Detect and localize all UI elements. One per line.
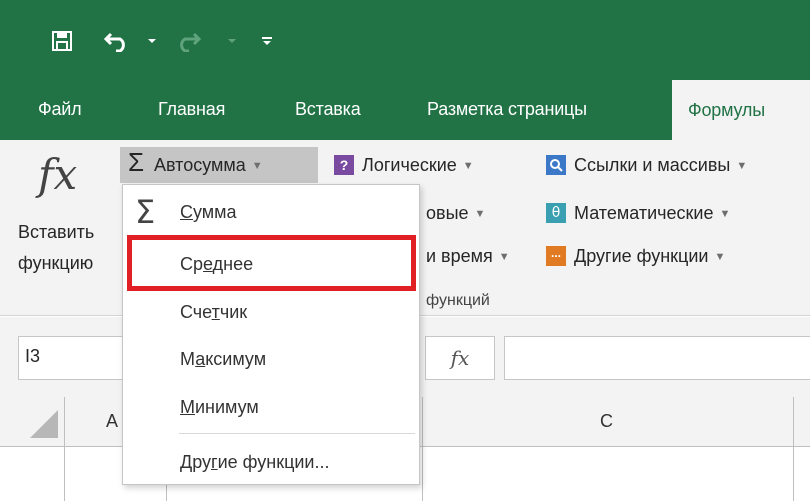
menu-item-max[interactable]: Максимум — [123, 336, 419, 382]
formula-input[interactable] — [504, 336, 810, 380]
tab-insert[interactable]: Вставка — [295, 78, 361, 140]
menu-item-count[interactable]: Счетчик — [123, 289, 419, 335]
menu-item-min[interactable]: Минимум — [123, 384, 419, 430]
more-functions-icon: ... — [546, 246, 566, 266]
insert-function-label-1[interactable]: Вставить — [18, 222, 94, 243]
column-header-a[interactable]: A — [106, 411, 118, 432]
chevron-down-icon: ▼ — [251, 160, 263, 172]
save-icon[interactable] — [50, 26, 74, 56]
tab-page-layout[interactable]: Разметка страницы — [427, 78, 587, 140]
more-functions-button[interactable]: Другие функции ▼ — [574, 246, 725, 267]
title-bar — [0, 0, 810, 78]
ribbon-tabs: Файл Главная Вставка Разметка страницы Ф… — [0, 78, 810, 140]
select-all-corner[interactable] — [30, 410, 58, 438]
lookup-icon — [546, 155, 566, 175]
insert-function-icon[interactable]: fx — [38, 150, 77, 199]
column-header-c[interactable]: C — [600, 411, 613, 432]
datetime-button[interactable]: и время ▼ — [426, 246, 510, 267]
chevron-down-icon: ▼ — [462, 160, 474, 172]
text-functions-button[interactable]: овые ▼ — [426, 203, 485, 224]
chevron-down-icon: ▼ — [474, 208, 486, 220]
menu-item-label: Другие функции... — [180, 452, 330, 472]
autosum-dropdown-menu: Σ Сумма Среднее Счетчик Максимум Минимум… — [122, 184, 420, 485]
sigma-icon: Σ — [128, 147, 145, 177]
undo-dropdown-icon[interactable] — [146, 26, 158, 56]
autosum-label[interactable]: Автосумма ▼ — [154, 155, 263, 176]
tab-home[interactable]: Главная — [158, 78, 225, 140]
chevron-down-icon: ▼ — [736, 160, 748, 172]
logical-button[interactable]: Логические ▼ — [362, 155, 474, 176]
menu-item-sum[interactable]: Σ Сумма — [123, 189, 419, 235]
undo-icon[interactable] — [103, 26, 131, 56]
chevron-down-icon: ▼ — [714, 251, 726, 263]
column-divider-c — [793, 397, 794, 501]
menu-item-label: Сумма — [180, 202, 237, 222]
menu-item-more-functions[interactable]: Другие функции... — [123, 439, 419, 485]
menu-item-label: Минимум — [180, 397, 259, 417]
chevron-down-icon: ▼ — [498, 251, 510, 263]
menu-separator — [179, 433, 415, 434]
row-header-divider — [64, 397, 65, 501]
customize-icon[interactable] — [260, 26, 274, 56]
math-icon: θ — [546, 203, 566, 223]
highlight-box — [127, 235, 416, 291]
redo-icon[interactable] — [174, 26, 202, 56]
tab-file[interactable]: Файл — [38, 78, 82, 140]
chevron-down-icon: ▼ — [719, 208, 731, 220]
tab-formulas[interactable]: Формулы — [672, 80, 810, 140]
group-label-function-library: функций — [426, 292, 490, 309]
lookup-button[interactable]: Ссылки и массивы ▼ — [574, 155, 747, 176]
menu-item-label: Максимум — [180, 349, 267, 369]
column-divider-b — [422, 397, 423, 501]
sigma-icon: Σ — [135, 193, 156, 231]
logical-icon: ? — [334, 155, 354, 175]
redo-dropdown-icon[interactable] — [226, 26, 238, 56]
insert-function-fx-button[interactable]: fx — [425, 336, 495, 380]
math-button[interactable]: Математические ▼ — [574, 203, 730, 224]
insert-function-label-2[interactable]: функцию — [18, 253, 93, 274]
menu-item-label: Счетчик — [180, 302, 248, 322]
